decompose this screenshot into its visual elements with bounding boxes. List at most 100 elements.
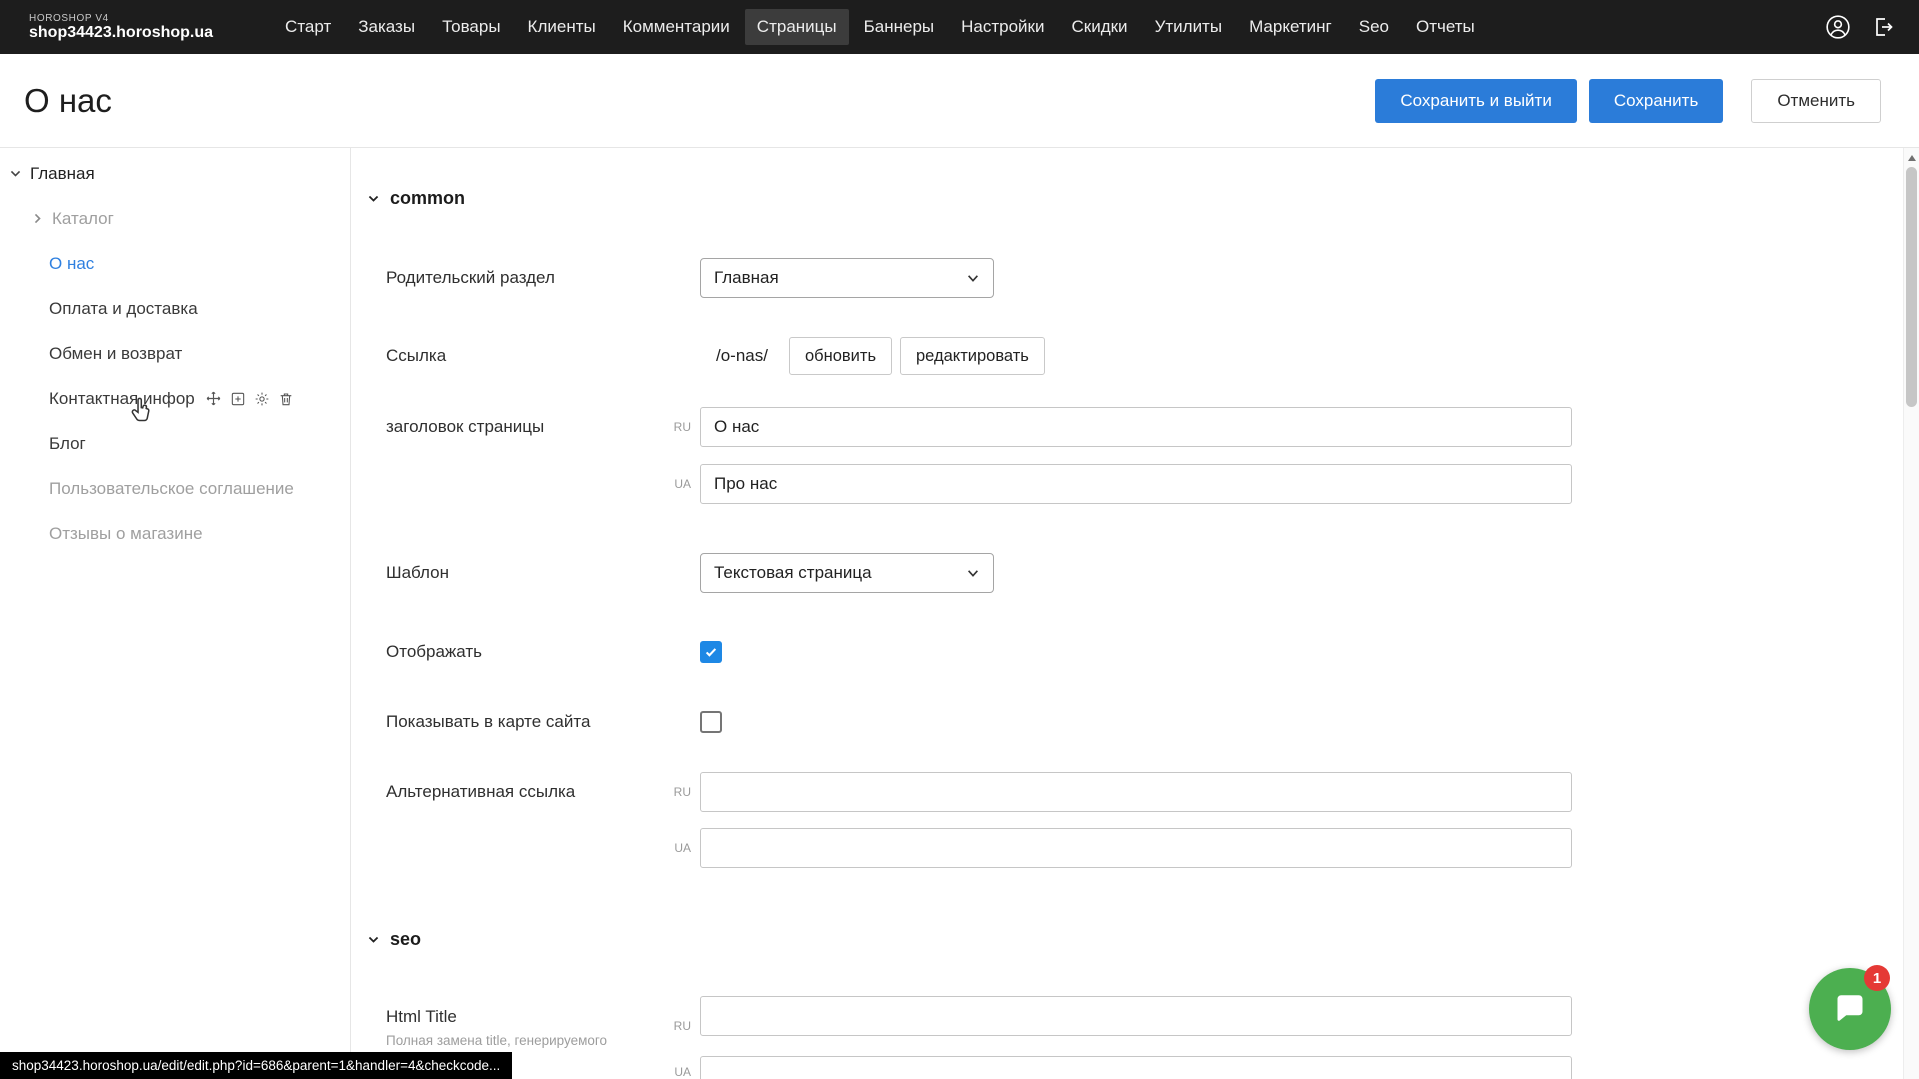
chevron-right-icon (31, 212, 44, 225)
page-edit-form: common Родительский раздел Главная Ссылк… (351, 148, 1903, 1079)
save-and-exit-button[interactable]: Сохранить и выйти (1375, 79, 1576, 123)
alt-link-ua-input[interactable] (700, 828, 1572, 868)
display-checkbox[interactable] (700, 641, 722, 663)
sidebar-item-o-nas[interactable]: О нас (0, 241, 350, 286)
horoshop-admin-app: HOROSHOP V4 shop34423.horoshop.ua Старт … (0, 0, 1919, 1079)
refresh-link-button[interactable]: обновить (789, 337, 892, 375)
move-icon[interactable] (205, 390, 222, 407)
parent-section-label: Родительский раздел (386, 267, 555, 289)
menu-pages[interactable]: Страницы (745, 9, 849, 45)
link-label: Ссылка (386, 345, 446, 367)
menu-start[interactable]: Старт (273, 9, 343, 45)
trash-icon[interactable] (278, 391, 294, 407)
chat-unread-badge: 1 (1864, 965, 1890, 991)
html-title-ru-input[interactable] (700, 996, 1572, 1036)
status-url-tooltip: shop34423.horoshop.ua/edit/edit.php?id=6… (0, 1052, 512, 1079)
menu-seo[interactable]: Seo (1347, 9, 1401, 45)
section-seo[interactable]: seo (367, 925, 421, 953)
chevron-down-icon (966, 271, 980, 285)
chevron-down-icon (966, 566, 980, 580)
gear-icon[interactable] (254, 391, 270, 407)
sidebar-item-label: Контактная инфор (49, 389, 195, 409)
brand-version: HOROSHOP V4 (29, 13, 213, 24)
sidebar-item-obmen[interactable]: Обмен и возврат (0, 331, 350, 376)
vertical-scrollbar[interactable] (1903, 148, 1919, 1079)
user-account-icon[interactable] (1825, 14, 1851, 40)
page-title-ua-input[interactable] (700, 464, 1572, 504)
sidebar-item-blog[interactable]: Блог (0, 421, 350, 466)
lang-tag-ua: UA (631, 1064, 691, 1079)
chevron-down-icon (9, 167, 22, 180)
sidebar-item-soglashenie[interactable]: Пользовательское соглашение (0, 466, 350, 511)
check-icon (704, 645, 718, 659)
page-header: О нас Сохранить и выйти Сохранить Отмени… (0, 54, 1919, 147)
save-button[interactable]: Сохранить (1589, 79, 1723, 123)
lang-tag-ru: RU (631, 419, 691, 435)
menu-banners[interactable]: Баннеры (852, 9, 947, 45)
section-seo-label: seo (390, 929, 421, 950)
template-value: Текстовая страница (714, 563, 872, 583)
brand-logo[interactable]: HOROSHOP V4 shop34423.horoshop.ua (29, 13, 213, 42)
alt-link-ru-input[interactable] (700, 772, 1572, 812)
sidebar-item-oplata[interactable]: Оплата и доставка (0, 286, 350, 331)
lang-tag-ua: UA (631, 840, 691, 856)
sidebar-item-label: Главная (30, 164, 95, 184)
template-label: Шаблон (386, 562, 449, 584)
page-title-ru-input[interactable] (700, 407, 1572, 447)
html-title-hint: Полная замена title, генерируемого (386, 1033, 607, 1048)
sidebar-item-label: Пользовательское соглашение (49, 479, 294, 499)
page-title: О нас (24, 82, 112, 120)
sidebar-item-label: Оплата и доставка (49, 299, 198, 319)
link-path: /o-nas/ (716, 345, 768, 367)
lang-tag-ru: RU (631, 1018, 691, 1034)
status-url-text: shop34423.horoshop.ua/edit/edit.php?id=6… (12, 1058, 500, 1073)
edit-link-button[interactable]: редактировать (900, 337, 1045, 375)
scrollbar-thumb[interactable] (1906, 167, 1917, 407)
section-common[interactable]: common (367, 184, 465, 212)
html-title-ua-input[interactable] (700, 1056, 1572, 1079)
menu-marketing[interactable]: Маркетинг (1237, 9, 1344, 45)
sidebar-item-kontaktnaya[interactable]: Контактная инфор (0, 376, 350, 421)
sitemap-checkbox[interactable] (700, 711, 722, 733)
menu-utilities[interactable]: Утилиты (1143, 9, 1235, 45)
parent-section-select[interactable]: Главная (700, 258, 994, 298)
add-page-icon[interactable] (230, 391, 246, 407)
page-title-label: заголовок страницы (386, 416, 544, 438)
sidebar-item-label: Каталог (52, 209, 114, 229)
brand-domain: shop34423.horoshop.ua (29, 24, 213, 42)
chevron-down-icon (367, 192, 380, 205)
display-label: Отображать (386, 641, 482, 663)
chat-bubble-icon (1830, 989, 1870, 1029)
section-common-label: common (390, 188, 465, 209)
sidebar-item-katalog[interactable]: Каталог (0, 196, 350, 241)
alt-link-label: Альтернативная ссылка (386, 781, 575, 803)
tree-item-actions (205, 390, 294, 407)
menu-orders[interactable]: Заказы (346, 9, 427, 45)
body: Главная Каталог О нас Оплата и доставка … (0, 147, 1919, 1079)
lang-tag-ua: UA (631, 476, 691, 492)
sidebar-item-glavnaya[interactable]: Главная (0, 151, 350, 196)
sitemap-label: Показывать в карте сайта (386, 711, 590, 733)
logout-icon[interactable] (1871, 15, 1895, 39)
menu-products[interactable]: Товары (430, 9, 512, 45)
chevron-down-icon (367, 933, 380, 946)
menu-settings[interactable]: Настройки (949, 9, 1056, 45)
header-actions: Сохранить и выйти Сохранить Отменить (1375, 79, 1881, 123)
sidebar-item-label: Обмен и возврат (49, 344, 182, 364)
chat-widget-button[interactable]: 1 (1809, 968, 1891, 1050)
menu-comments[interactable]: Комментарии (611, 9, 742, 45)
pages-tree-sidebar: Главная Каталог О нас Оплата и доставка … (0, 148, 351, 1079)
sidebar-item-label: Блог (49, 434, 86, 454)
menu-discounts[interactable]: Скидки (1059, 9, 1139, 45)
cancel-button[interactable]: Отменить (1751, 79, 1881, 123)
lang-tag-ru: RU (631, 784, 691, 800)
topbar-icons (1825, 14, 1895, 40)
scrollbar-up-arrow[interactable] (1908, 155, 1916, 161)
sidebar-item-label: Отзывы о магазине (49, 524, 203, 544)
template-select[interactable]: Текстовая страница (700, 553, 994, 593)
sidebar-item-otzyvy[interactable]: Отзывы о магазине (0, 511, 350, 556)
main-menu: Старт Заказы Товары Клиенты Комментарии … (273, 9, 1487, 45)
menu-reports[interactable]: Отчеты (1404, 9, 1487, 45)
menu-clients[interactable]: Клиенты (516, 9, 608, 45)
topbar: HOROSHOP V4 shop34423.horoshop.ua Старт … (0, 0, 1919, 54)
